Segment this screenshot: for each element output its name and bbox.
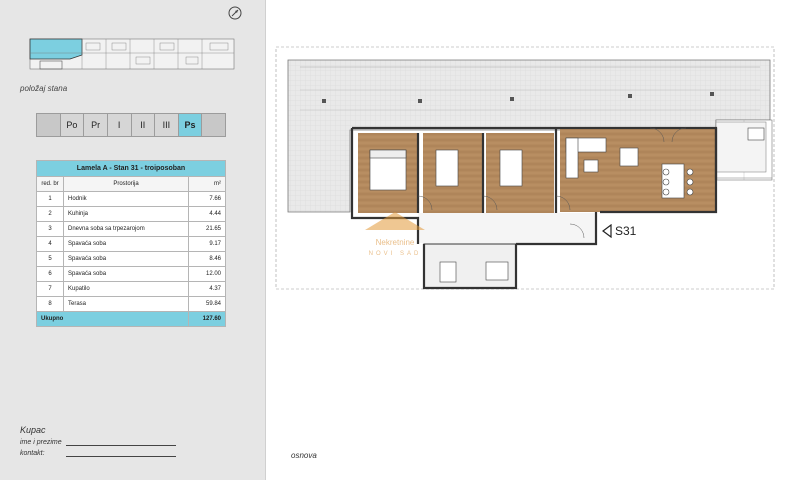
room-area: 9.17 (188, 236, 226, 252)
floor-tab-po[interactable]: Po (60, 114, 85, 136)
buyer-contact-label: kontakt: (20, 450, 45, 457)
row-number: 7 (36, 281, 64, 297)
room-name: Dnevna soba sa trpezarojom (63, 221, 189, 237)
room-area: 21.65 (188, 221, 226, 237)
plan-caption: osnova (291, 451, 317, 460)
room-area: 4.37 (188, 281, 226, 297)
table-title: Lamela A - Stan 31 - troiposoban (36, 160, 226, 177)
floor-tab-spacer (37, 114, 61, 136)
total-value: 127.60 (188, 311, 226, 327)
room-area: 12.00 (188, 266, 226, 282)
building-keyplan (29, 38, 235, 70)
room-name: Spavaća soba (63, 236, 189, 252)
table-row: 5 Spavaća soba 8.46 (36, 251, 226, 267)
apartment-position-label: položaj stana (20, 84, 68, 93)
header-number: red. br (36, 176, 64, 192)
watermark-subtext: NOVI SAD (368, 251, 422, 257)
apartment-code-marker: S31 (602, 224, 636, 238)
buyer-name-field[interactable] (66, 438, 176, 446)
watermark-logo: Nekretnine NOVI SAD (345, 212, 445, 272)
buyer-title: Kupac (20, 425, 46, 435)
floor-tab-pr[interactable]: Pr (84, 114, 108, 136)
table-row: 8 Terasa 59.84 (36, 296, 226, 312)
row-number: 4 (36, 236, 64, 252)
table-row: 4 Spavaća soba 9.17 (36, 236, 226, 252)
header-area: m² (188, 176, 226, 192)
buyer-name-label: ime i prezime (20, 439, 62, 446)
row-number: 6 (36, 266, 64, 282)
row-number: 8 (36, 296, 64, 312)
floor-tab-i[interactable]: I (107, 114, 132, 136)
table-row: 1 Hodnik 7.66 (36, 191, 226, 207)
floor-tab-ii[interactable]: II (131, 114, 156, 136)
room-name: Kupatilo (63, 281, 189, 297)
row-number: 2 (36, 206, 64, 222)
total-row: Ukupno 127.60 (36, 311, 226, 327)
row-number: 3 (36, 221, 64, 237)
house-roof-icon (365, 212, 425, 230)
room-name: Terasa (63, 296, 189, 312)
table-row: 7 Kupatilo 4.37 (36, 281, 226, 297)
watermark-text: Nekretnine (375, 238, 415, 247)
room-area: 59.84 (188, 296, 226, 312)
compass-icon (228, 6, 242, 20)
table-row: 2 Kuhinja 4.44 (36, 206, 226, 222)
marker-arrow-icon (602, 224, 612, 238)
row-number: 1 (36, 191, 64, 207)
floor-selector: Po Pr I II III Ps (36, 113, 226, 137)
room-area: 8.46 (188, 251, 226, 267)
room-area: 4.44 (188, 206, 226, 222)
room-area: 7.66 (188, 191, 226, 207)
room-name: Spavaća soba (63, 266, 189, 282)
room-area-table: Lamela A - Stan 31 - troiposoban red. br… (36, 160, 226, 327)
room-name: Hodnik (63, 191, 189, 207)
header-room: Prostorija (63, 176, 189, 192)
apartment-code: S31 (615, 224, 637, 238)
total-label: Ukupno (36, 311, 189, 327)
buyer-section: Kupac ime i prezime kontakt: (20, 425, 176, 457)
floor-tab-iii[interactable]: III (155, 114, 179, 136)
room-name: Spavaća soba (63, 251, 189, 267)
buyer-contact-field[interactable] (66, 449, 176, 457)
room-name: Kuhinja (63, 206, 189, 222)
info-panel: položaj stana Po Pr I II III Ps Lamela A… (0, 0, 266, 480)
table-row: 6 Spavaća soba 12.00 (36, 266, 226, 282)
floor-tab-spacer (202, 114, 225, 136)
floor-tab-ps[interactable]: Ps (178, 114, 203, 136)
table-row: 3 Dnevna soba sa trpezarojom 21.65 (36, 221, 226, 237)
row-number: 5 (36, 251, 64, 267)
